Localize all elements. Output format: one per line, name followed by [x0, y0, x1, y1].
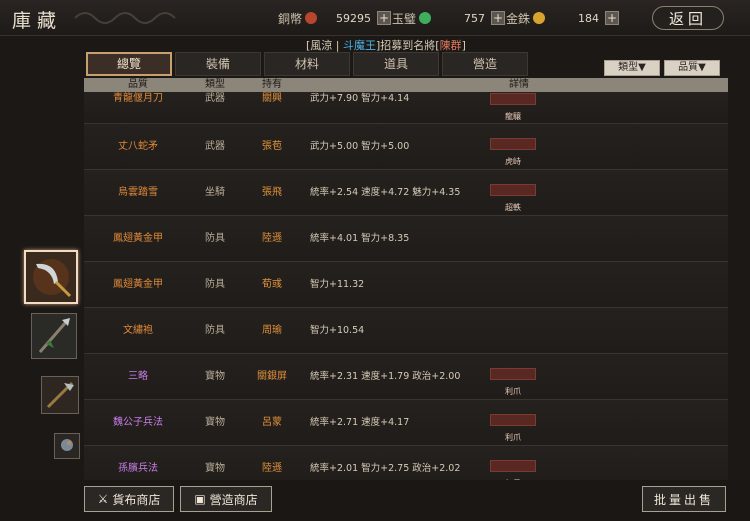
add-copper-button[interactable]: +	[377, 11, 392, 25]
item-thumb-halberd[interactable]	[41, 376, 79, 414]
type-filter-dropdown[interactable]: 類型▼	[604, 60, 660, 76]
table-row[interactable]: 文繡袍 防具 周瑜 智力+10.54	[84, 308, 728, 354]
skill-tag: 利爪	[490, 368, 536, 396]
back-button[interactable]: 返回	[652, 6, 724, 30]
table-row[interactable]: 孫臏兵法 寶物 陸遜 統率+2.01 智力+2.75 政治+2.02 無畏	[84, 446, 728, 480]
add-gold-button[interactable]: +	[605, 11, 620, 25]
item-thumb-spear[interactable]	[31, 313, 77, 359]
construction-shop-button[interactable]: ▣ 營造商店	[180, 486, 272, 512]
skill-tag: 超軼	[490, 184, 536, 212]
building-shop-icon: ▣	[194, 492, 206, 506]
jade-coin-icon	[419, 12, 432, 24]
table-row[interactable]: 魏公子兵法 寶物 呂蒙 統率+2.71 速度+4.17 利爪	[84, 400, 728, 446]
currency-jade: 玉璧 757 +	[392, 11, 506, 26]
item-thumb-weapon[interactable]	[24, 250, 78, 304]
coin-shop-icon: ⚔	[97, 492, 109, 506]
tab-equipment[interactable]: 裝備	[175, 52, 261, 76]
tab-construction[interactable]: 營造	[442, 52, 528, 76]
category-tabs: 總覽 裝備 材料 道具 營造	[86, 52, 531, 76]
currency-copper: 銅幣 59295 +	[278, 11, 392, 26]
top-bar: 庫藏 銅幣 59295 + 玉璧 757 + 金銖 184 + 返回	[0, 0, 750, 36]
table-row[interactable]: 鳳翅黃金甲 防具 陸遜 統率+4.01 智力+8.35	[84, 216, 728, 262]
skill-tag: 利爪	[490, 414, 536, 442]
page-title: 庫藏	[12, 10, 63, 32]
tab-items[interactable]: 道具	[353, 52, 439, 76]
gold-coin-icon	[533, 12, 546, 24]
currency-gold: 金銖 184 +	[506, 11, 620, 26]
column-owner[interactable]: 持有	[250, 78, 294, 92]
column-quality[interactable]: 品質	[84, 78, 192, 92]
shop-button[interactable]: ⚔ 貨布商店	[84, 486, 174, 512]
tab-materials[interactable]: 材料	[264, 52, 350, 76]
spear-icon	[32, 314, 76, 358]
copper-coin-icon	[305, 12, 318, 24]
column-type[interactable]: 類型	[196, 78, 234, 92]
mace-icon	[55, 434, 79, 458]
skill-tag: 虎峙	[490, 138, 536, 166]
halberd-icon	[42, 377, 78, 413]
quality-filter-dropdown[interactable]: 品質▼	[664, 60, 720, 76]
glaive-icon	[26, 252, 76, 302]
table-row[interactable]: 青龍偃月刀 武器 關興 武力+7.90 智力+4.14 龍驤	[84, 92, 728, 124]
table-row[interactable]: 三略 寶物 關銀屏 統率+2.31 速度+1.79 政治+2.00 利爪	[84, 354, 728, 400]
recruit-announcement: [風涼 | 斗魔王]招募到名將[陳群]	[306, 39, 466, 52]
table-row[interactable]: 丈八蛇矛 武器 張苞 武力+5.00 智力+5.00 虎峙	[84, 124, 728, 170]
batch-sell-button[interactable]: 批量出售	[642, 486, 726, 512]
column-detail: 詳情	[509, 79, 529, 90]
cloud-ornament-icon	[74, 12, 176, 24]
table-header: 品質 類型 持有 詳情	[84, 78, 728, 92]
skill-tag: 無畏	[490, 460, 536, 480]
add-jade-button[interactable]: +	[491, 11, 506, 25]
item-thumb-small[interactable]	[54, 433, 80, 459]
inventory-table[interactable]: 青龍偃月刀 武器 關興 武力+7.90 智力+4.14 龍驤 丈八蛇矛 武器 張…	[84, 92, 728, 480]
skill-tag: 龍驤	[490, 93, 536, 121]
filters: 類型▼ 品質▼	[600, 60, 720, 76]
table-row[interactable]: 鳳翅黃金甲 防具 荀彧 智力+11.32	[84, 262, 728, 308]
table-row[interactable]: 烏雲踏雪 坐騎 張飛 統率+2.54 速度+4.72 魅力+4.35 超軼	[84, 170, 728, 216]
tab-overview[interactable]: 總覽	[86, 52, 172, 76]
